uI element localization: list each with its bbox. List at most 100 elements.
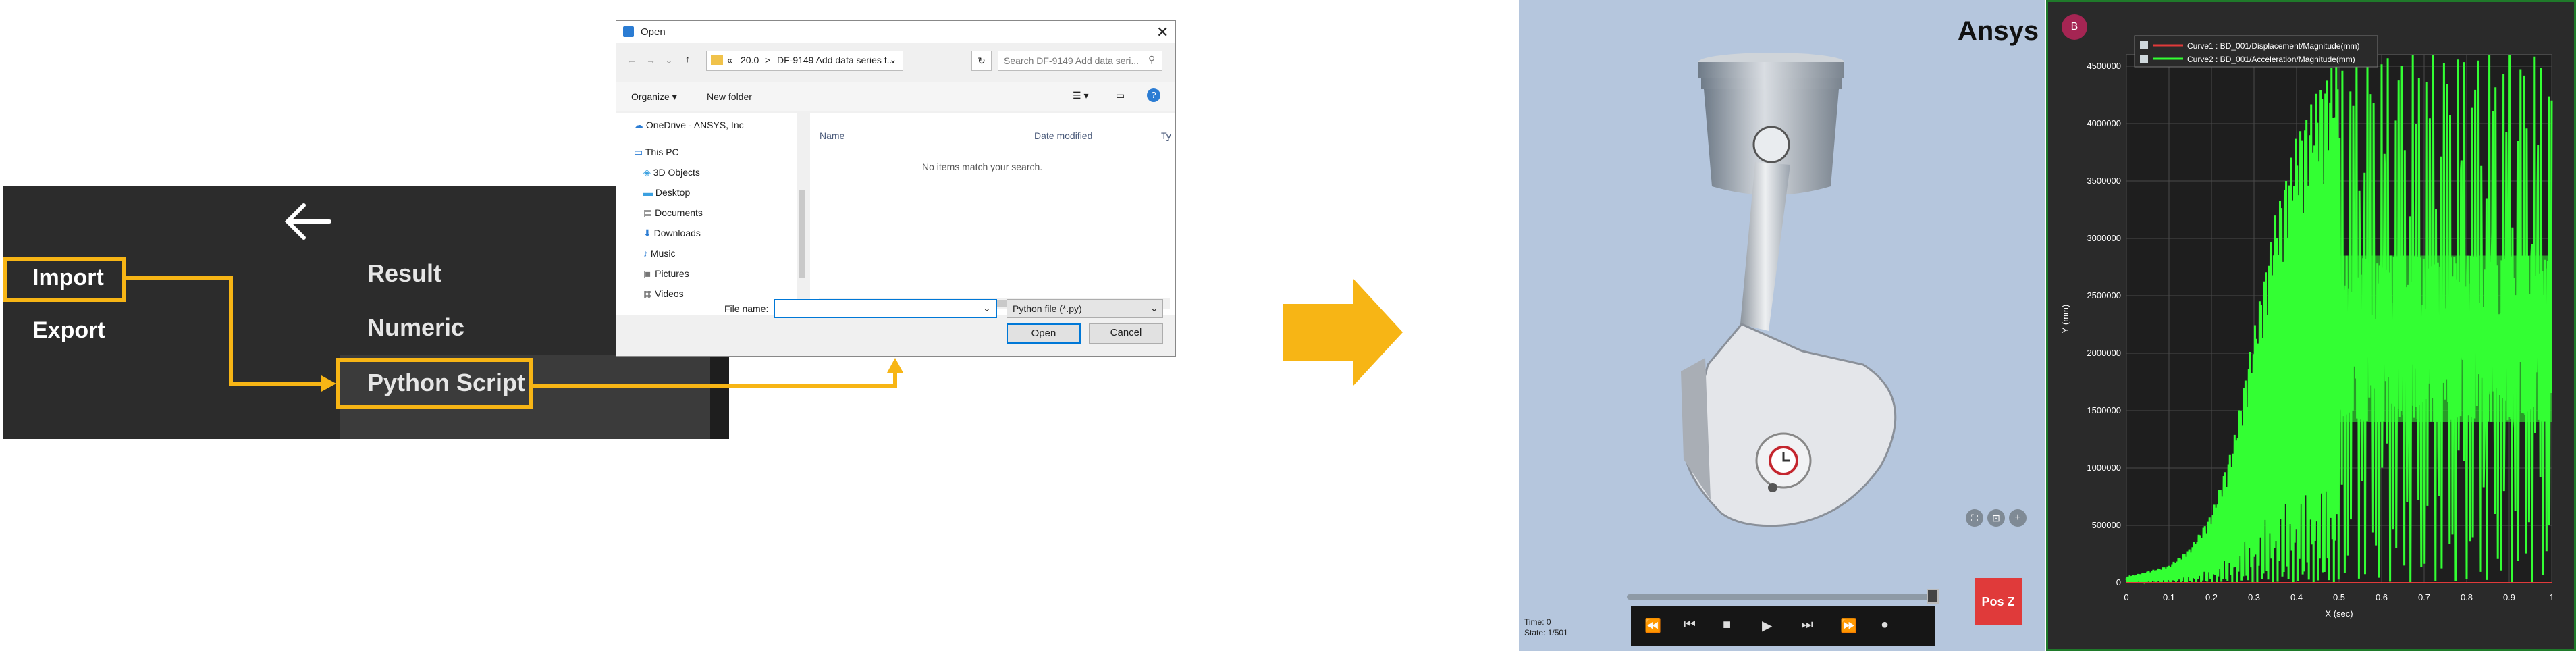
big-right-arrow-icon bbox=[1283, 278, 1403, 386]
nav-item-label: OneDrive - ANSYS, Inc bbox=[645, 120, 744, 130]
rewind-icon[interactable]: ⏪ bbox=[1644, 617, 1661, 634]
column-header-name[interactable]: Name bbox=[820, 130, 844, 141]
cube-icon: ◈ bbox=[643, 167, 651, 178]
nav-scrollbar-thumb[interactable] bbox=[799, 190, 805, 278]
help-icon[interactable]: ? bbox=[1147, 88, 1160, 102]
open-button[interactable]: Open bbox=[1007, 323, 1081, 344]
x-axis-label: X (sec) bbox=[2325, 608, 2353, 619]
play-icon[interactable]: ▶ bbox=[1762, 617, 1772, 634]
nav-item-label: Documents bbox=[655, 207, 703, 218]
nav-item-label: Videos bbox=[655, 288, 684, 299]
organize-button[interactable]: Organize ▾ bbox=[631, 91, 677, 103]
step-back-icon[interactable]: ⏮ bbox=[1684, 617, 1696, 633]
fit-view-icon[interactable]: ⛶ bbox=[1966, 509, 1983, 527]
playback-controls: ⏪ ⏮ ■ ▶ ⏭ ⏩ ● bbox=[1631, 606, 1935, 646]
chevron-down-icon: ⌄ bbox=[1150, 303, 1158, 313]
dialog-app-icon bbox=[623, 26, 634, 37]
y-tick-label: 2500000 bbox=[2087, 290, 2121, 301]
video-icon: ▦ bbox=[643, 288, 653, 299]
nav-item-music[interactable]: ♪ Music bbox=[643, 248, 675, 259]
breadcrumb-segment[interactable]: DF-9149 Add data series f... bbox=[777, 55, 894, 66]
plot-panel[interactable]: B 0 500000 1000000 1500000 2000000 2500000 300… bbox=[2046, 0, 2576, 651]
breadcrumb-prefix: « bbox=[727, 55, 732, 66]
nav-item-downloads[interactable]: ⬇ Downloads bbox=[643, 228, 701, 239]
3d-viewport[interactable]: Ansys ⛶ ⊡ + Pos Z Time: 0 State: 1/501 bbox=[1519, 0, 2045, 651]
legend-entry: Curve1 : BD_001/Displacement/Magnitude(m… bbox=[2187, 41, 2359, 51]
line-chart: 0 500000 1000000 1500000 2000000 2500000 30000… bbox=[2060, 35, 2554, 619]
column-header-type[interactable]: Ty bbox=[1161, 130, 1171, 141]
legend-checkbox bbox=[2140, 41, 2148, 49]
nav-item-this-pc[interactable]: ▭ This PC bbox=[634, 147, 679, 158]
back-nav-icon[interactable]: ← bbox=[627, 55, 637, 66]
stop-icon[interactable]: ■ bbox=[1723, 617, 1731, 633]
up-folder-icon[interactable]: ↑ bbox=[685, 53, 690, 64]
x-tick-label: 0.8 bbox=[2461, 592, 2473, 602]
zoom-in-icon[interactable]: + bbox=[2009, 509, 2027, 527]
computer-icon: ▭ bbox=[634, 147, 643, 157]
x-tick-label: 0.5 bbox=[2333, 592, 2345, 602]
cancel-button[interactable]: Cancel bbox=[1089, 323, 1163, 344]
nav-item-pictures[interactable]: ▣ Pictures bbox=[643, 268, 689, 280]
close-icon[interactable]: ✕ bbox=[1156, 24, 1169, 41]
new-folder-button[interactable]: New folder bbox=[707, 91, 752, 102]
nav-item-documents[interactable]: ▤ Documents bbox=[643, 207, 703, 219]
y-tick-label: 500000 bbox=[2092, 520, 2121, 530]
nav-item-desktop[interactable]: ▬ Desktop bbox=[643, 187, 690, 198]
time-slider-track[interactable] bbox=[1627, 594, 1936, 600]
nav-item-label: Downloads bbox=[653, 228, 701, 238]
fast-forward-icon[interactable]: ⏩ bbox=[1840, 617, 1857, 634]
y-tick-label: 2000000 bbox=[2087, 348, 2121, 358]
x-tick-label: 0.4 bbox=[2290, 592, 2303, 602]
view-cube-label: Pos Z bbox=[1981, 595, 2015, 608]
engine-model bbox=[1681, 53, 1897, 527]
chevron-down-icon[interactable]: ⌄ bbox=[889, 54, 897, 66]
breadcrumb-separator: > bbox=[765, 55, 771, 66]
download-icon: ⬇ bbox=[643, 228, 651, 238]
state-readout: State: 1/501 bbox=[1524, 628, 1568, 637]
record-icon[interactable]: ● bbox=[1881, 617, 1889, 633]
time-readout: Time: 0 bbox=[1524, 617, 1551, 627]
file-type-select[interactable]: Python file (*.py) ⌄ bbox=[1007, 299, 1163, 318]
address-bar[interactable]: « 20.0 > DF-9149 Add data series f... ⌄ bbox=[706, 51, 903, 71]
view-cube[interactable]: Pos Z bbox=[1975, 578, 2022, 625]
search-placeholder: Search DF-9149 Add data seri... bbox=[1004, 55, 1139, 66]
document-icon: ▤ bbox=[643, 207, 653, 218]
chevron-down-icon[interactable]: ⌄ bbox=[983, 303, 991, 314]
forward-nav-icon[interactable]: → bbox=[646, 55, 655, 66]
legend-entry: Curve2 : BD_001/Acceleration/Magnitude(m… bbox=[2187, 55, 2355, 64]
filename-input[interactable]: ⌄ bbox=[774, 299, 997, 318]
search-input[interactable]: Search DF-9149 Add data seri... ⚲ bbox=[998, 51, 1162, 71]
nav-item-3d-objects[interactable]: ◈ 3D Objects bbox=[643, 167, 700, 178]
y-tick-label: 4500000 bbox=[2087, 61, 2121, 71]
x-tick-label: 0 bbox=[2124, 592, 2128, 602]
x-tick-label: 0.7 bbox=[2418, 592, 2430, 602]
x-tick-label: 0.2 bbox=[2205, 592, 2218, 602]
picture-icon: ▣ bbox=[643, 268, 653, 279]
file-list: Name Date modified Ty No items match you… bbox=[810, 113, 1175, 315]
zoom-box-icon[interactable]: ⊡ bbox=[1987, 509, 2005, 527]
dialog-title: Open bbox=[641, 26, 666, 38]
refresh-icon[interactable]: ↻ bbox=[971, 51, 992, 71]
series-curve2-band bbox=[2339, 255, 2552, 422]
nav-item-label: Pictures bbox=[655, 268, 689, 279]
recent-locations-icon[interactable]: ⌄ bbox=[665, 55, 673, 66]
y-tick-label: 1000000 bbox=[2087, 463, 2121, 473]
nav-item-label: This PC bbox=[645, 147, 679, 157]
y-tick-label: 3000000 bbox=[2087, 233, 2121, 243]
breadcrumb-segment[interactable]: 20.0 bbox=[741, 55, 759, 66]
y-axis-label: Y (mm) bbox=[2060, 305, 2070, 333]
x-tick-label: 1 bbox=[2549, 592, 2554, 602]
x-tick-label: 0.9 bbox=[2503, 592, 2515, 602]
desktop-icon: ▬ bbox=[643, 187, 653, 198]
column-header-date[interactable]: Date modified bbox=[1034, 130, 1092, 141]
nav-item-onedrive[interactable]: ☁ OneDrive - ANSYS, Inc bbox=[634, 120, 744, 131]
dialog-titlebar: Open ✕ bbox=[616, 21, 1175, 43]
view-options-icon[interactable]: ☰ ▾ bbox=[1073, 90, 1088, 101]
preview-pane-icon[interactable]: ▭ bbox=[1116, 90, 1125, 101]
step-forward-icon[interactable]: ⏭ bbox=[1801, 617, 1813, 633]
nav-item-videos[interactable]: ▦ Videos bbox=[643, 288, 684, 300]
x-tick-label: 0.3 bbox=[2248, 592, 2260, 602]
y-tick-label: 3500000 bbox=[2087, 176, 2121, 186]
time-slider-handle[interactable] bbox=[1927, 589, 1939, 604]
y-tick-label: 0 bbox=[2116, 577, 2121, 588]
